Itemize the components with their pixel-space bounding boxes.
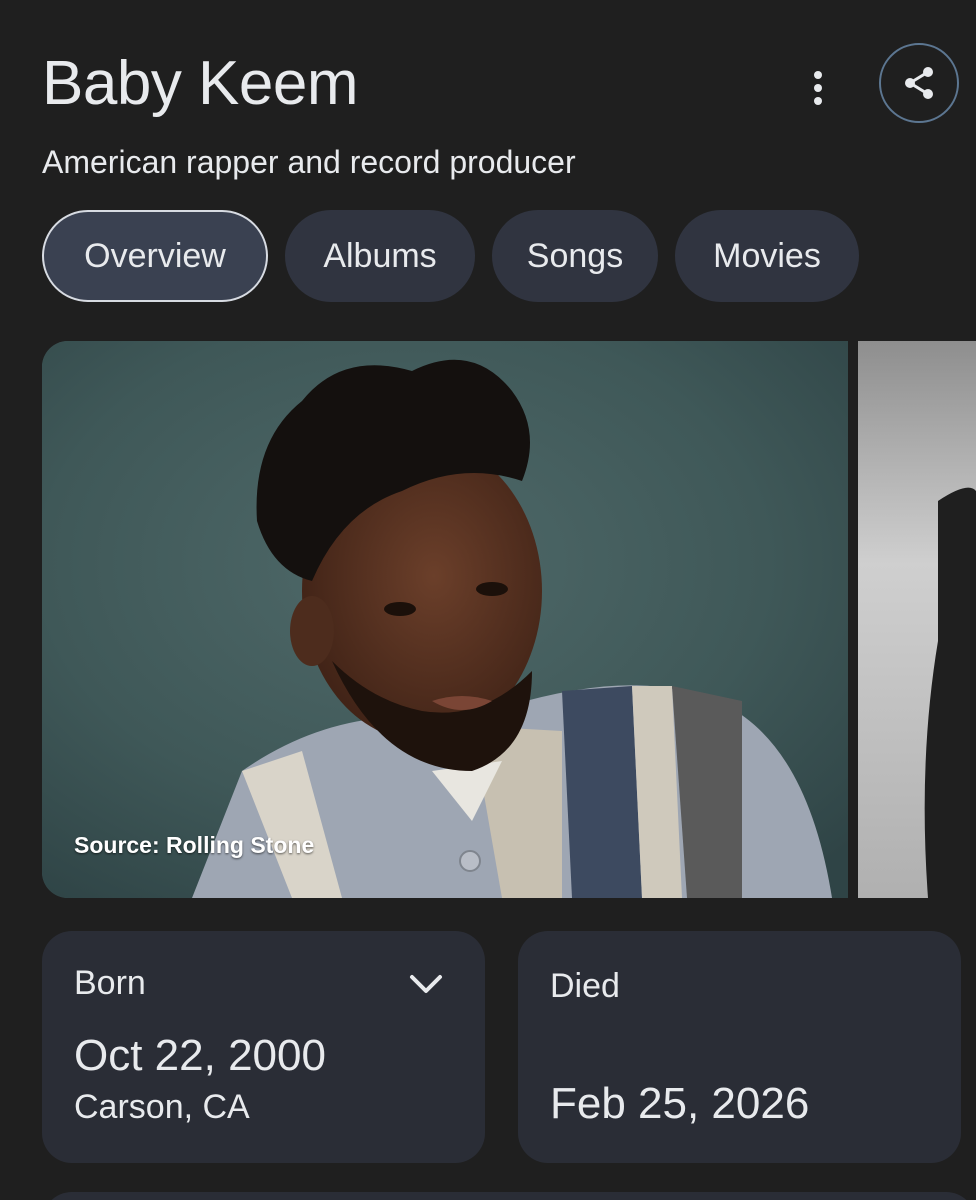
born-date: Oct 22, 2000 [74, 1031, 326, 1080]
photo-illustration [858, 341, 976, 898]
more-options-button[interactable] [790, 60, 846, 116]
secondary-photo[interactable] [858, 341, 976, 898]
tab-movies[interactable]: Movies [675, 210, 859, 302]
died-date: Feb 25, 2026 [550, 1079, 810, 1128]
page-title: Baby Keem [42, 49, 359, 118]
chevron-down-icon[interactable] [404, 967, 448, 1003]
share-icon [905, 67, 933, 99]
born-place: Carson, CA [74, 1088, 250, 1126]
more-vert-icon [814, 71, 822, 105]
tab-overview[interactable]: Overview [42, 210, 268, 302]
knowledge-panel: Baby Keem American rapper and record pro… [0, 0, 976, 1200]
portrait-illustration [42, 341, 848, 898]
next-card-edge [42, 1192, 976, 1200]
page-subtitle: American rapper and record producer [42, 144, 576, 180]
tab-albums[interactable]: Albums [285, 210, 475, 302]
tab-bar: Overview Albums Songs Movies [42, 210, 859, 302]
image-source-label: Source: Rolling Stone [74, 832, 315, 858]
share-button[interactable] [879, 43, 959, 123]
tab-songs[interactable]: Songs [492, 210, 658, 302]
main-photo[interactable] [42, 341, 848, 898]
died-label: Died [550, 967, 620, 1005]
born-label: Born [74, 964, 146, 1002]
